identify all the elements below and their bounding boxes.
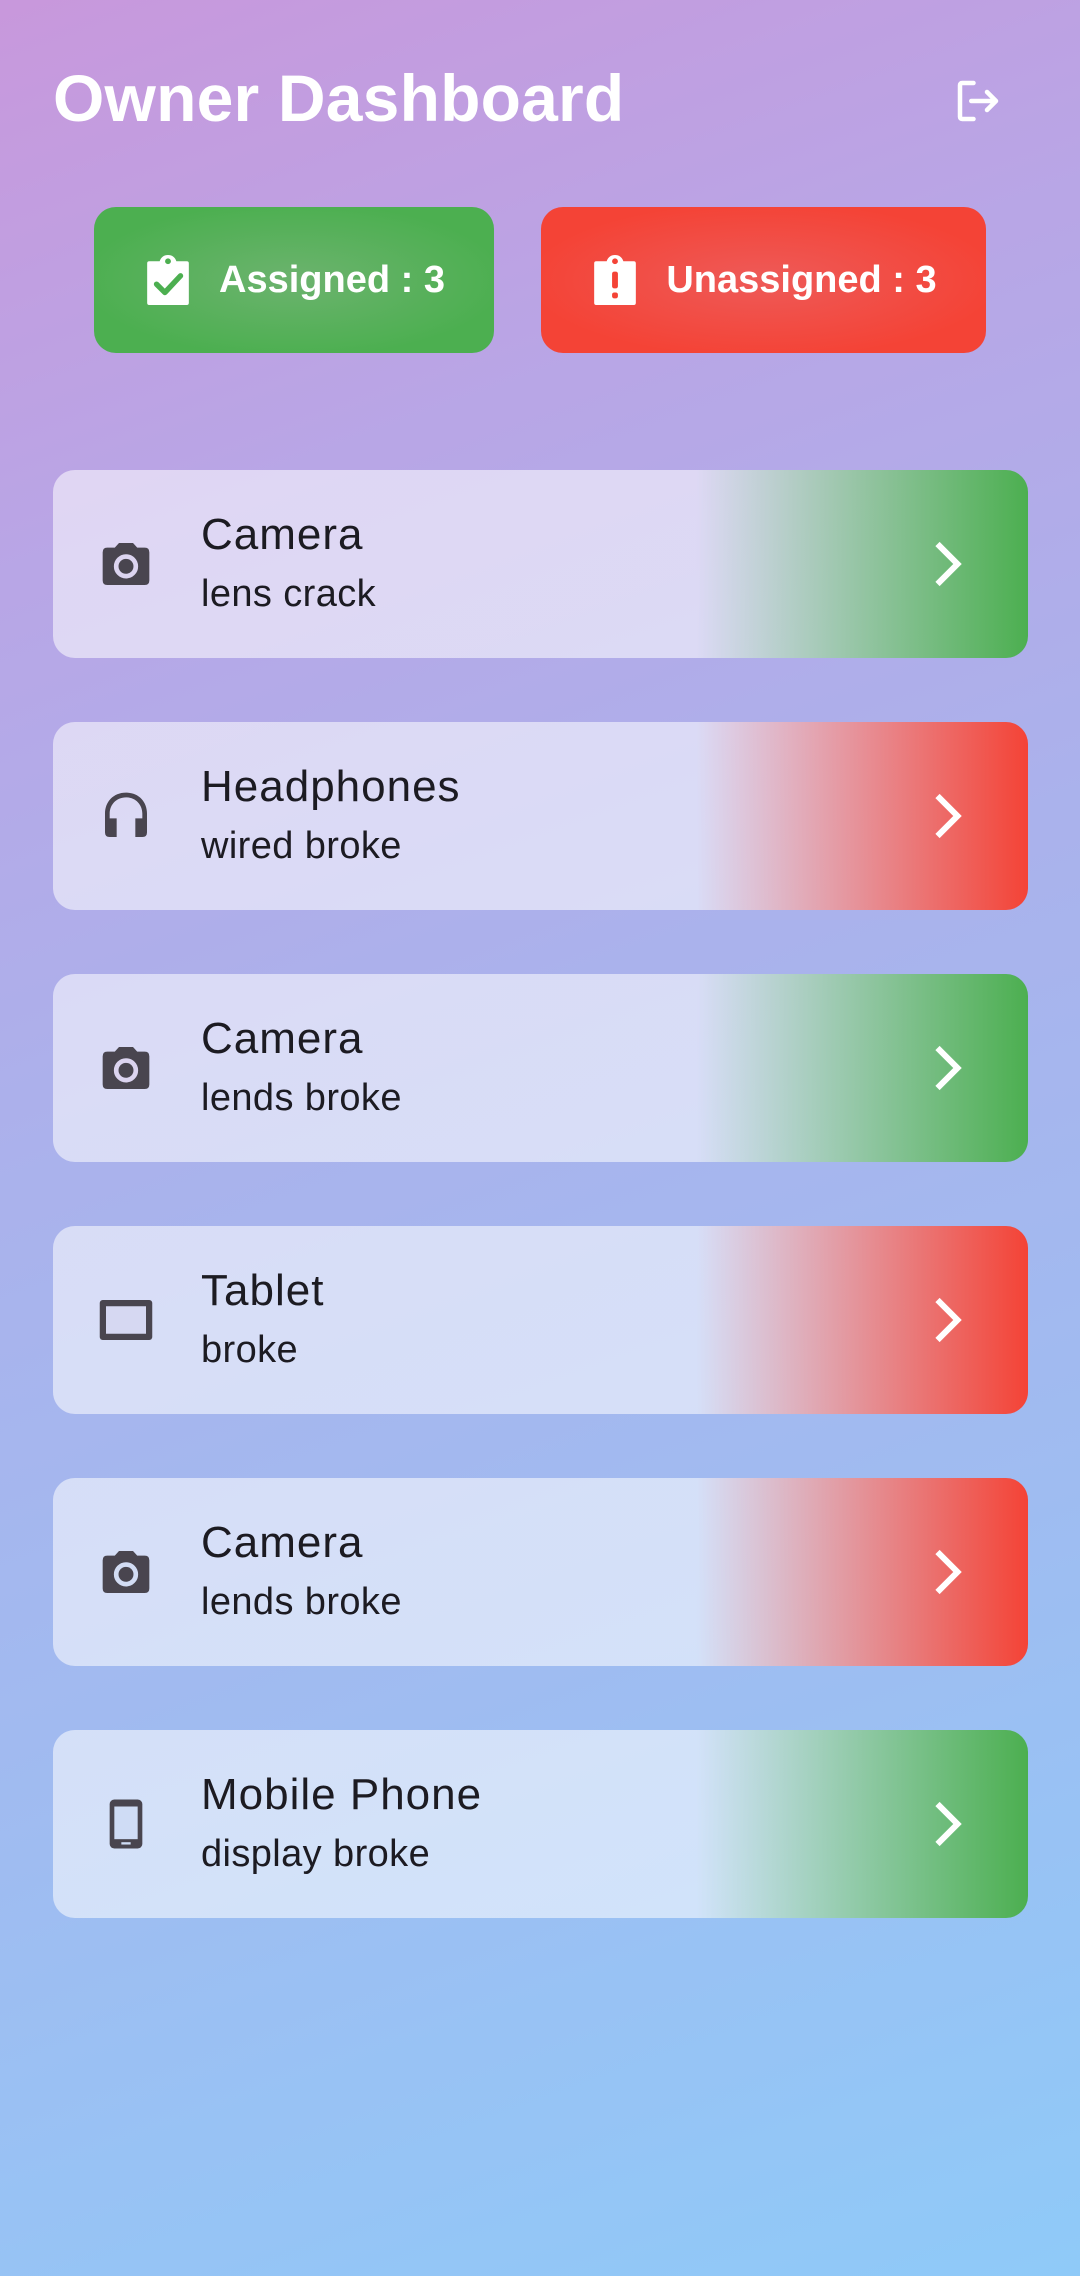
app-header: Owner Dashboard bbox=[53, 58, 1013, 138]
item-issue: lends broke bbox=[201, 1077, 402, 1119]
item-issue: lens crack bbox=[201, 573, 377, 615]
chevron-right-icon bbox=[905, 1280, 985, 1360]
item-device-name: Camera bbox=[201, 1014, 364, 1063]
clipboard-alert-icon bbox=[590, 252, 640, 308]
chevron-right-icon bbox=[905, 776, 985, 856]
list-item[interactable]: Camera lens crack bbox=[53, 470, 1028, 658]
item-issue: wired broke bbox=[201, 825, 402, 867]
assigned-count-label: Assigned : 3 bbox=[219, 258, 445, 301]
list-item[interactable]: Headphones wired broke bbox=[53, 722, 1028, 910]
headphones-icon bbox=[96, 786, 156, 846]
unassigned-count-button[interactable]: Unassigned : 3 bbox=[541, 207, 986, 353]
smartphone-icon bbox=[96, 1794, 156, 1854]
camera-icon bbox=[96, 1038, 156, 1098]
item-device-name: Camera bbox=[201, 510, 364, 559]
list-item[interactable]: Mobile Phone display broke bbox=[53, 1730, 1028, 1918]
list-item[interactable]: Camera lends broke bbox=[53, 974, 1028, 1162]
chevron-right-icon bbox=[905, 1028, 985, 1108]
unassigned-count-label: Unassigned : 3 bbox=[666, 258, 937, 301]
chevron-right-icon bbox=[905, 1532, 985, 1612]
assigned-count-button[interactable]: Assigned : 3 bbox=[94, 207, 494, 353]
camera-icon bbox=[96, 534, 156, 594]
clipboard-check-icon bbox=[143, 252, 193, 308]
logout-button[interactable] bbox=[943, 66, 1013, 136]
item-device-name: Headphones bbox=[201, 762, 461, 811]
item-device-name: Mobile Phone bbox=[201, 1770, 483, 1819]
camera-icon bbox=[96, 1542, 156, 1602]
item-issue: broke bbox=[201, 1329, 299, 1371]
item-device-name: Camera bbox=[201, 1518, 364, 1567]
tablet-icon bbox=[96, 1290, 156, 1350]
page-title: Owner Dashboard bbox=[53, 61, 625, 135]
list-item[interactable]: Tablet broke bbox=[53, 1226, 1028, 1414]
item-issue: lends broke bbox=[201, 1581, 402, 1623]
chevron-right-icon bbox=[905, 524, 985, 604]
item-device-name: Tablet bbox=[201, 1266, 325, 1315]
logout-icon bbox=[957, 80, 999, 122]
chevron-right-icon bbox=[905, 1784, 985, 1864]
item-issue: display broke bbox=[201, 1833, 431, 1875]
list-item[interactable]: Camera lends broke bbox=[53, 1478, 1028, 1666]
